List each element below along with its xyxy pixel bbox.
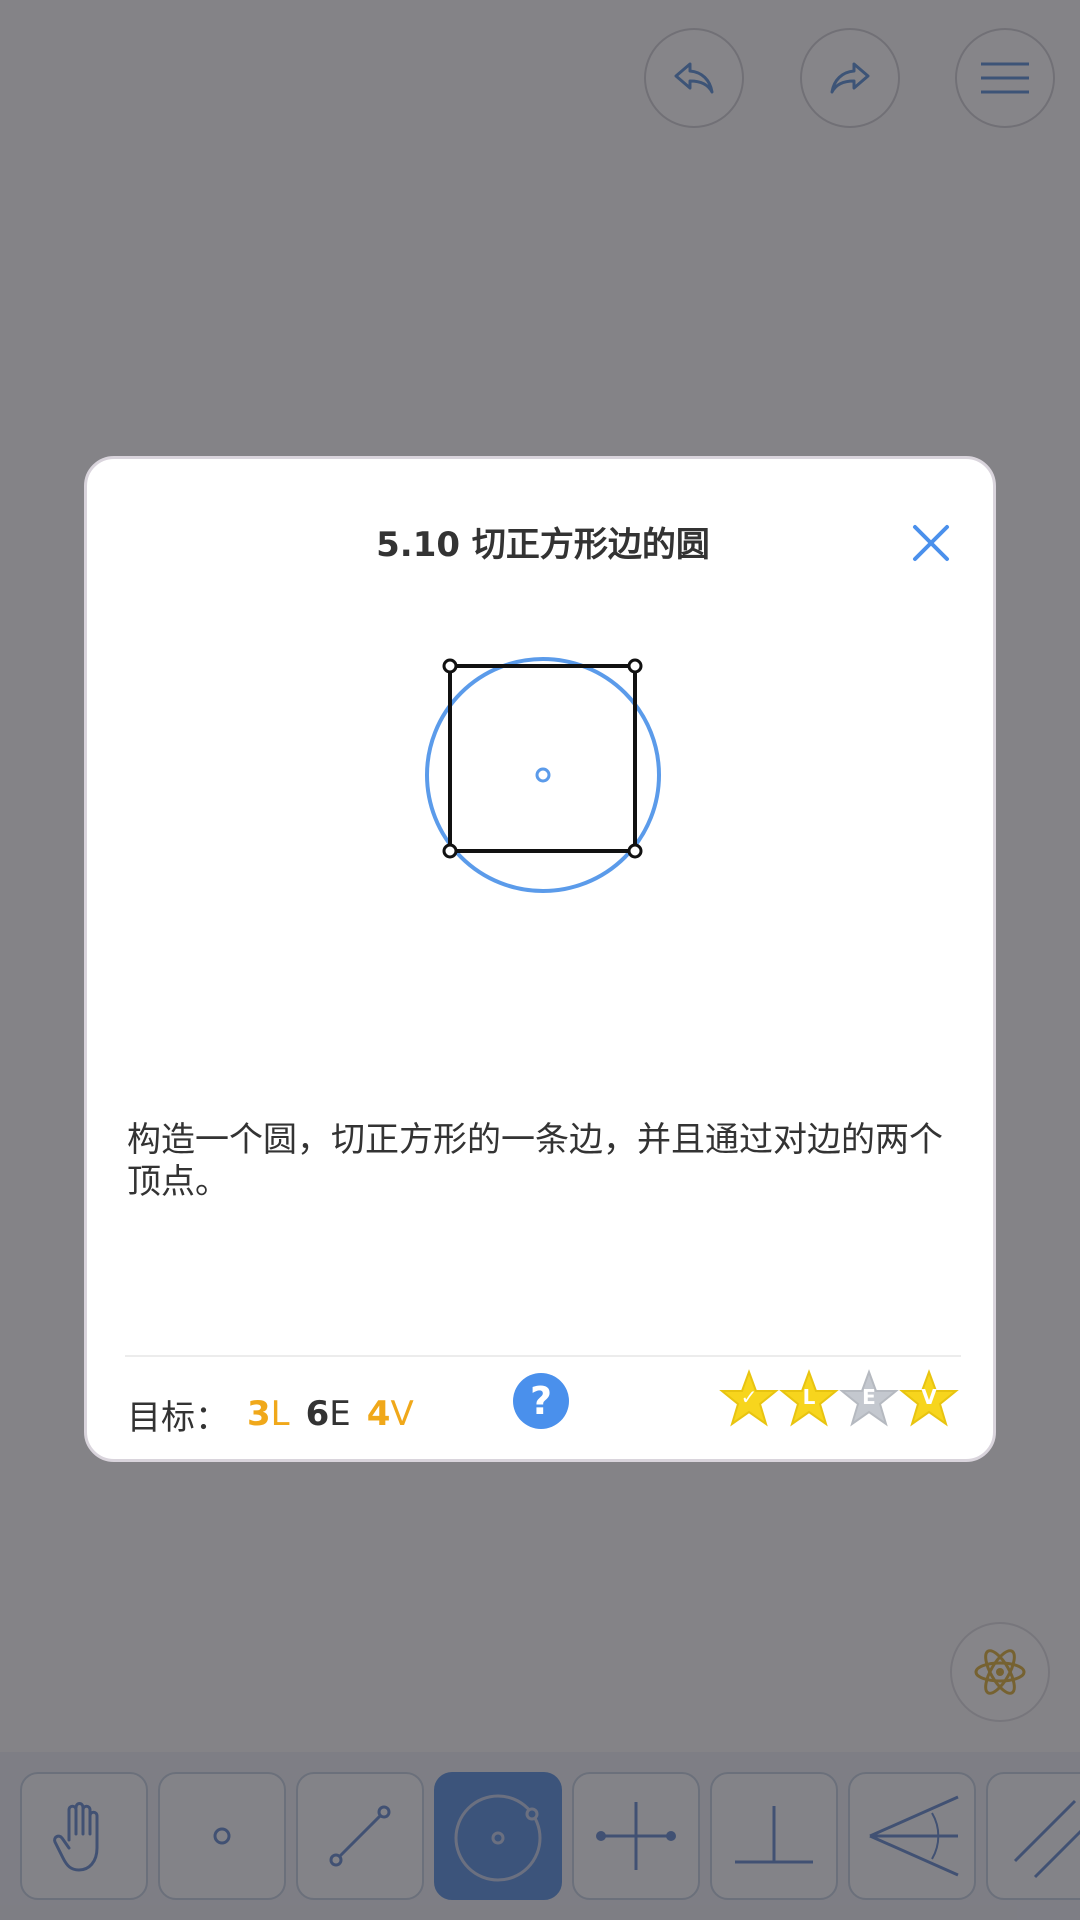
star-mark: E [862,1385,876,1409]
star-icon: V [899,1369,959,1429]
goals-row: 目标： 3L 6E 4V [127,1379,430,1449]
circle-center-point [535,767,551,783]
star-icon: E [839,1369,899,1429]
level-info-dialog: 5.10 切正方形边的圆 构造一个圆，切正方形的一条边，并且通过对边的两个顶点。… [84,456,996,1462]
close-icon [913,525,949,561]
level-diagram [425,657,661,893]
square-vertex [627,658,643,674]
star-icon: L [779,1369,839,1429]
star-mark: L [802,1385,816,1409]
goal-e: 6E [305,1394,351,1434]
goal-l: 3L [247,1394,290,1434]
star-mark: V [921,1385,937,1409]
star-icon: ✓ [719,1369,779,1429]
close-button[interactable] [907,519,955,567]
goals-label: 目标： [127,1397,229,1438]
dialog-title: 5.10 切正方形边的圆 [376,525,710,565]
square-vertex [627,843,643,859]
square-vertex [442,658,458,674]
square [448,664,637,853]
level-description: 构造一个圆，切正方形的一条边，并且通过对边的两个顶点。 [127,1120,943,1202]
goal-v: 4V [366,1394,414,1434]
help-button[interactable]: ? [513,1373,569,1429]
stars-rating: ✓ L E V [719,1369,959,1433]
divider [125,1355,961,1357]
square-vertex [442,843,458,859]
star-mark: ✓ [740,1385,758,1409]
